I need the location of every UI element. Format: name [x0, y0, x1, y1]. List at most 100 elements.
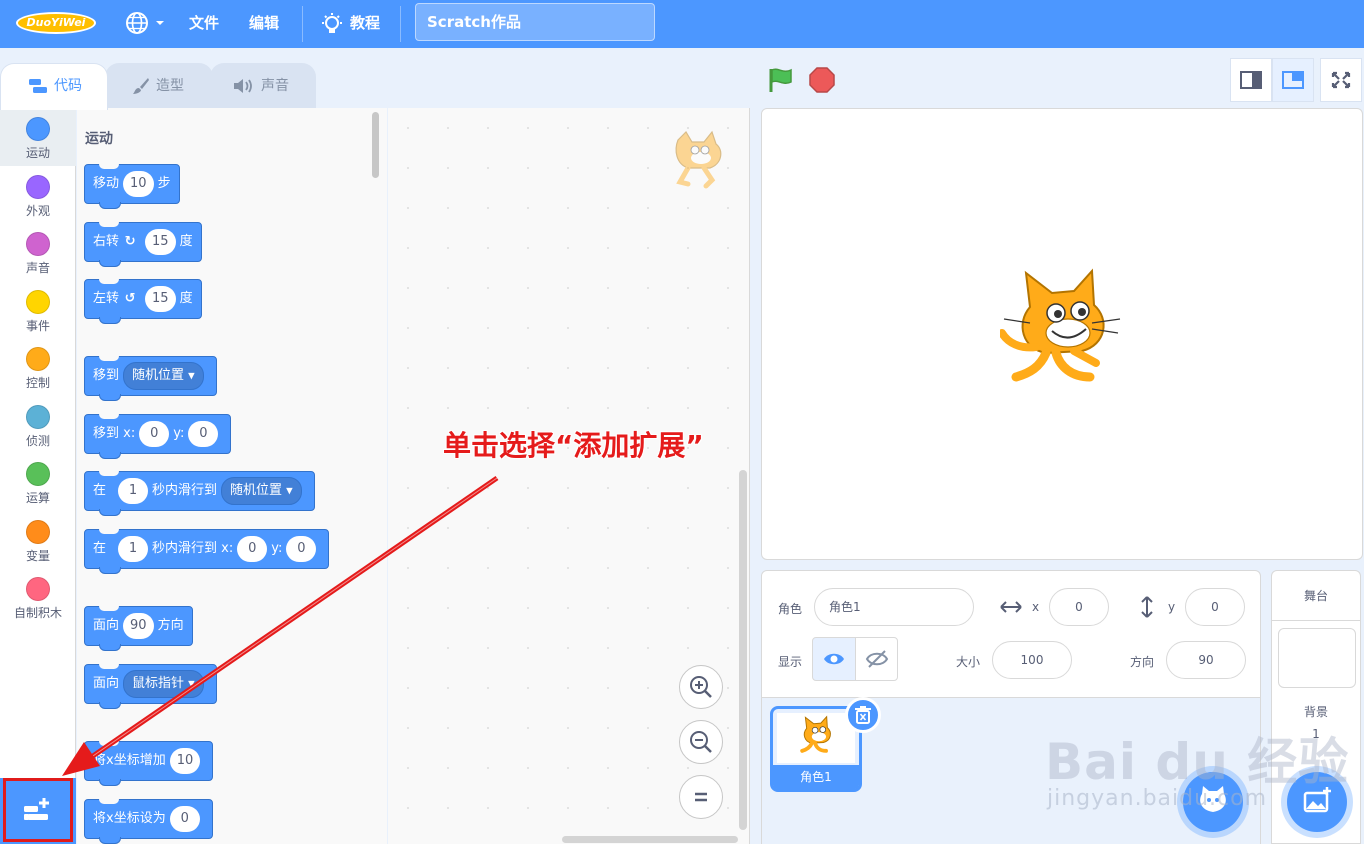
- hide-sprite-button[interactable]: [855, 637, 898, 681]
- category-label: 变量: [25, 549, 50, 563]
- block-input[interactable]: 15: [145, 229, 176, 255]
- globe-icon: [126, 12, 164, 34]
- tab-code[interactable]: 代码: [0, 63, 108, 110]
- category-sound[interactable]: 声音: [0, 225, 76, 281]
- direction-input[interactable]: 90: [1166, 641, 1246, 679]
- category-label: 事件: [25, 319, 50, 333]
- tutorials-menu[interactable]: 教程: [320, 0, 380, 48]
- sprite-tile[interactable]: 角色1: [770, 697, 881, 792]
- category-my-blocks[interactable]: 自制积木: [0, 570, 76, 626]
- show-sprite-button[interactable]: [812, 637, 856, 681]
- stop-button[interactable]: [808, 66, 836, 94]
- category-looks[interactable]: 外观: [0, 168, 76, 224]
- block-change-x[interactable]: 将x坐标增加 10: [84, 741, 214, 786]
- code-icon: [29, 79, 47, 93]
- block-input[interactable]: 0: [237, 536, 268, 562]
- block-input[interactable]: 1: [118, 478, 149, 504]
- block-dropdown[interactable]: 鼠标指针 ▾: [123, 670, 204, 698]
- block-input[interactable]: 15: [145, 286, 176, 312]
- x-input[interactable]: 0: [1049, 588, 1109, 626]
- y-input[interactable]: 0: [1185, 588, 1245, 626]
- block-text: 度: [179, 234, 193, 249]
- palette-scrollbar[interactable]: [372, 112, 379, 178]
- block-text: 移到: [93, 368, 120, 383]
- block-goto-xy[interactable]: 移到 x: 0 y: 0: [84, 414, 232, 459]
- menu-divider: [400, 6, 401, 42]
- backdrops-label: 背景: [1303, 705, 1328, 719]
- dropdown-value: 鼠标指针: [132, 676, 185, 691]
- zoom-in-button[interactable]: [679, 665, 723, 709]
- zoom-reset-button[interactable]: [679, 775, 723, 819]
- fullscreen-button[interactable]: [1320, 58, 1362, 102]
- project-title-input[interactable]: Scratch作品: [415, 3, 655, 41]
- script-area[interactable]: [388, 108, 750, 844]
- block-input[interactable]: 10: [169, 748, 201, 774]
- palette-section-title: 运动: [85, 131, 113, 147]
- script-scrollbar-horizontal[interactable]: [562, 836, 738, 843]
- language-menu[interactable]: [124, 10, 168, 36]
- block-text: 度: [179, 291, 193, 306]
- block-text: 左转: [93, 291, 120, 306]
- stage-thumbnail[interactable]: [1278, 628, 1356, 688]
- block-input[interactable]: 90: [123, 613, 154, 639]
- block-input[interactable]: 0: [286, 536, 317, 562]
- sprite-cat-thumbnail-icon: [800, 715, 831, 753]
- block-text: 在: [93, 541, 107, 556]
- tab-costumes[interactable]: 造型: [105, 63, 213, 109]
- block-point-direction[interactable]: 面向 90 方向: [84, 606, 193, 651]
- stage-canvas[interactable]: [761, 108, 1363, 560]
- edit-menu[interactable]: 编辑: [249, 0, 279, 48]
- category-label: 外观: [25, 204, 50, 218]
- block-turn-left[interactable]: 左转 ↺ 15 度: [84, 279, 202, 324]
- category-sensing[interactable]: 侦测: [0, 398, 76, 454]
- block-input[interactable]: 10: [123, 171, 154, 197]
- block-input[interactable]: 0: [169, 806, 200, 832]
- category-operators-dot: [26, 462, 50, 486]
- block-input[interactable]: 1: [118, 536, 149, 562]
- block-text: 面向: [93, 676, 120, 691]
- rotate-left-icon: ↺: [124, 291, 136, 306]
- tab-code-label: 代码: [54, 78, 82, 94]
- y-label: y: [1168, 600, 1176, 614]
- tab-sounds[interactable]: 声音: [210, 63, 316, 109]
- category-operators[interactable]: 运算: [0, 455, 76, 511]
- block-text: 秒内滑行到: [152, 483, 218, 498]
- file-menu[interactable]: 文件: [189, 0, 219, 48]
- category-label: 声音: [25, 261, 50, 275]
- block-dropdown[interactable]: 随机位置 ▾: [221, 477, 302, 505]
- block-point-towards[interactable]: 面向 鼠标指针 ▾: [84, 664, 217, 709]
- block-input[interactable]: 0: [188, 421, 219, 447]
- block-text: 方向: [157, 618, 184, 633]
- size-input[interactable]: 100: [992, 641, 1072, 679]
- fullscreen-icon: [1331, 71, 1351, 89]
- size-label: 大小: [956, 655, 981, 669]
- block-dropdown[interactable]: 随机位置 ▾: [123, 362, 204, 390]
- tutorials-label: 教程: [350, 14, 381, 32]
- small-stage-button[interactable]: [1230, 58, 1272, 102]
- block-text: 移到 x:: [93, 426, 136, 441]
- delete-sprite-button[interactable]: [845, 697, 881, 733]
- sprite-name-input[interactable]: 角色1: [814, 588, 974, 626]
- category-variables[interactable]: 变量: [0, 513, 76, 569]
- stage-title: 舞台: [1272, 571, 1360, 621]
- block-goto[interactable]: 移到 随机位置 ▾: [84, 356, 217, 401]
- block-glide[interactable]: 在 1 秒内滑行到 随机位置 ▾: [84, 471, 315, 516]
- category-events[interactable]: 事件: [0, 283, 76, 339]
- block-glide-xy[interactable]: 在 1 秒内滑行到 x: 0 y: 0: [84, 529, 330, 574]
- scratch-logo[interactable]: DuoYiWei: [16, 12, 96, 34]
- block-text: 将x坐标设为: [93, 811, 166, 826]
- category-motion[interactable]: 运动: [0, 110, 76, 166]
- block-turn-right[interactable]: 右转 ↻ 15 度: [84, 222, 202, 267]
- script-scrollbar-vertical[interactable]: [739, 470, 747, 830]
- zoom-out-button[interactable]: [679, 720, 723, 764]
- block-move-steps[interactable]: 移动 10 步: [84, 164, 180, 209]
- category-label: 运动: [25, 146, 50, 160]
- sprite-cat-icon[interactable]: [1000, 267, 1124, 401]
- normal-stage-button[interactable]: [1272, 58, 1314, 102]
- eye-icon: [824, 653, 844, 665]
- block-input[interactable]: 0: [139, 421, 170, 447]
- green-flag-button[interactable]: [767, 66, 795, 94]
- small-stage-icon: [1240, 71, 1262, 89]
- block-set-x[interactable]: 将x坐标设为 0: [84, 799, 213, 844]
- category-control[interactable]: 控制: [0, 340, 76, 396]
